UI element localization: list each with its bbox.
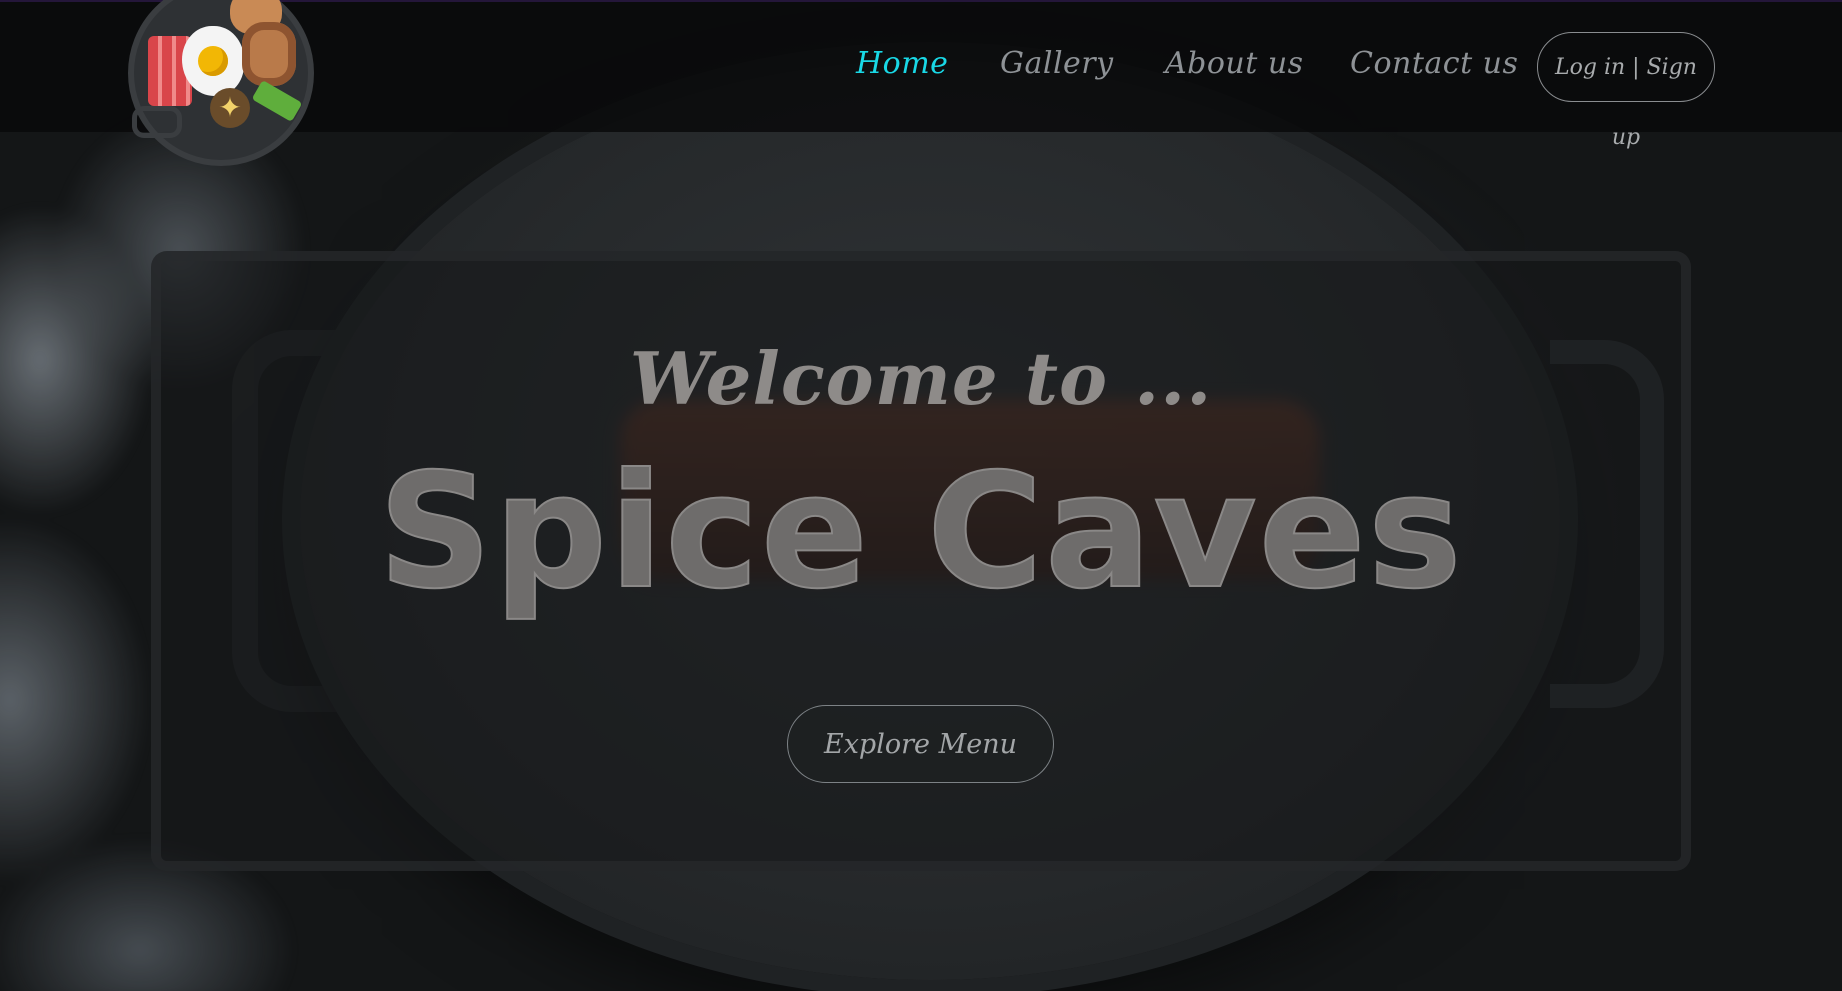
logo-yolk — [198, 46, 228, 76]
nav-contact-us[interactable]: Contact us — [1350, 46, 1518, 81]
hero-welcome-text: Welcome to ... — [629, 336, 1213, 421]
header: ✦ Home Gallery About us Contact us Log i… — [0, 0, 1842, 166]
page: ✦ Home Gallery About us Contact us Log i… — [0, 0, 1842, 991]
nav-home[interactable]: Home — [856, 46, 948, 81]
logo-leaf — [251, 79, 303, 123]
logo-star-icon: ✦ — [210, 88, 250, 128]
login-signup-button[interactable]: Log in | Sign up — [1537, 32, 1715, 150]
nav-about-us[interactable]: About us — [1165, 46, 1304, 81]
explore-menu-button[interactable]: Explore Menu — [787, 705, 1054, 783]
nav-gallery[interactable]: Gallery — [1000, 46, 1114, 81]
hero-title: Spice Caves — [377, 439, 1464, 625]
logo-bread — [242, 22, 296, 86]
logo-pan-handle — [132, 106, 182, 138]
